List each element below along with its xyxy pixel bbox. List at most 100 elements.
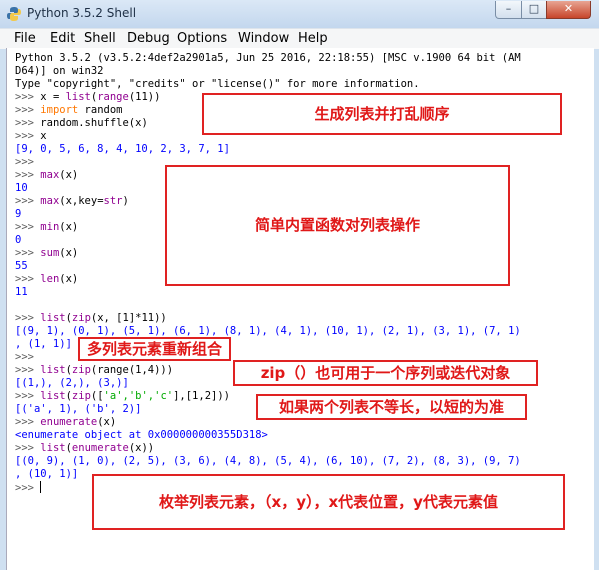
builtin: list <box>40 364 66 376</box>
code: (x)) <box>128 442 155 454</box>
builtin: enumerate <box>71 442 129 454</box>
output-line: [9, 0, 5, 6, 8, 4, 10, 2, 3, 7, 1] <box>15 143 230 155</box>
keyword: import <box>40 104 79 116</box>
code: x <box>40 130 47 142</box>
code: (x) <box>59 221 79 233</box>
prompt: >>> <box>15 221 41 233</box>
code: random.shuffle(x) <box>40 117 148 129</box>
builtin: range <box>97 91 129 103</box>
code: ) <box>122 195 129 207</box>
menu-help[interactable]: Help <box>298 31 328 46</box>
output-line: [(1,), (2,), (3,)] <box>15 377 129 389</box>
prompt: >>> <box>15 312 41 324</box>
code: (x) <box>59 169 79 181</box>
annotation-builtins: 简单内置函数对列表操作 <box>165 165 510 286</box>
input-line: >>> <box>15 156 40 169</box>
code: (x,key= <box>59 195 104 207</box>
maximize-button[interactable]: □ <box>521 1 547 19</box>
python-logo-icon <box>7 7 21 21</box>
output-line: , (1, 1)] <box>15 338 72 350</box>
builtin: min <box>40 221 60 233</box>
builtin: max <box>40 195 60 207</box>
annotation-shuffle: 生成列表并打乱顺序 <box>202 93 562 135</box>
code: (x) <box>59 247 79 259</box>
minimize-button[interactable]: – <box>495 1 522 19</box>
annotation-zip-single: zip（）也可用于一个序列或迭代对象 <box>233 360 538 386</box>
output-line: 11 <box>15 286 28 298</box>
menu-bar: File Edit Shell Debug Options Window Hel… <box>0 28 599 49</box>
code: (x) <box>97 416 117 428</box>
input-line: >>> max(x,key=str) <box>15 195 129 208</box>
output-line: [('a', 1), ('b', 2)] <box>15 403 142 415</box>
prompt: >>> <box>15 156 41 168</box>
menu-edit[interactable]: Edit <box>50 31 75 46</box>
code: x = <box>40 91 66 103</box>
input-line: >>> len(x) <box>15 273 78 286</box>
builtin: str <box>103 195 123 207</box>
input-line: >>> random.shuffle(x) <box>15 117 148 130</box>
prompt: >>> <box>15 390 41 402</box>
code: ([ <box>90 390 104 402</box>
prompt: >>> <box>15 482 41 494</box>
builtin: list <box>40 390 66 402</box>
input-line: >>> import random <box>15 104 123 117</box>
output-line: , (10, 1)] <box>15 468 79 480</box>
menu-options[interactable]: Options <box>177 31 227 46</box>
prompt: >>> <box>15 169 41 181</box>
prompt: >>> <box>15 273 41 285</box>
menu-shell[interactable]: Shell <box>84 31 116 46</box>
code: random <box>78 104 123 116</box>
input-line: >>> x = list(range(11)) <box>15 91 160 104</box>
prompt: >>> <box>15 364 41 376</box>
prompt: >>> <box>15 442 41 454</box>
menu-window[interactable]: Window <box>238 31 289 46</box>
output-line: 0 <box>15 234 22 246</box>
builtin: enumerate <box>40 416 98 428</box>
builtin: zip <box>71 390 91 402</box>
annotation-zip-multi: 多列表元素重新组合 <box>78 337 231 361</box>
builtin: sum <box>40 247 60 259</box>
annotation-enumerate: 枚举列表元素，（x，y），x代表位置，y代表元素值 <box>92 474 565 530</box>
input-line[interactable]: >>> <box>15 481 42 495</box>
banner-line-2: D64)] on win32 <box>15 65 104 77</box>
prompt: >>> <box>15 130 41 142</box>
menu-debug[interactable]: Debug <box>127 31 170 46</box>
banner-line-1: Python 3.5.2 (v3.5.2:4def2a2901a5, Jun 2… <box>15 52 521 64</box>
prompt: >>> <box>15 104 41 116</box>
input-line: >>> list(enumerate(x)) <box>15 442 154 455</box>
input-line: >>> list(zip(['a','b','c'],[1,2])) <box>15 390 230 403</box>
output-line: 10 <box>15 182 28 194</box>
builtin: list <box>65 91 91 103</box>
prompt: >>> <box>15 91 41 103</box>
builtin: list <box>40 312 66 324</box>
builtin: zip <box>71 364 91 376</box>
input-line: >>> enumerate(x) <box>15 416 116 429</box>
idle-shell-window: Python 3.5.2 Shell – □ ✕ File Edit Shell… <box>0 0 599 570</box>
builtin: zip <box>71 312 91 324</box>
input-line: >>> sum(x) <box>15 247 78 260</box>
prompt: >>> <box>15 351 41 363</box>
menu-file[interactable]: File <box>14 31 36 46</box>
prompt: >>> <box>15 247 41 259</box>
input-line: >>> x <box>15 130 47 143</box>
banner-line-3: Type "copyright", "credits" or "license(… <box>15 78 420 90</box>
input-line: >>> list(zip(x, [1]*11)) <box>15 312 167 325</box>
title-bar[interactable]: Python 3.5.2 Shell – □ ✕ <box>0 0 599 28</box>
code: (x, [1]*11)) <box>90 312 167 324</box>
builtin: len <box>40 273 60 285</box>
output-line: [(0, 9), (1, 0), (2, 5), (3, 6), (4, 8),… <box>15 455 521 467</box>
prompt: >>> <box>15 117 41 129</box>
code: (range(1,4))) <box>90 364 174 376</box>
annotation-zip-unequal: 如果两个列表不等长，以短的为准 <box>256 394 527 420</box>
input-line: >>> <box>15 351 40 364</box>
output-line: 55 <box>15 260 28 272</box>
close-button[interactable]: ✕ <box>546 1 591 19</box>
builtin: max <box>40 169 60 181</box>
window-title: Python 3.5.2 Shell <box>27 6 137 20</box>
code: (11)) <box>128 91 161 103</box>
prompt: >>> <box>15 416 41 428</box>
builtin: list <box>40 442 66 454</box>
input-line: >>> list(zip(range(1,4))) <box>15 364 173 377</box>
output-line: 9 <box>15 208 22 220</box>
string: 'a','b','c' <box>103 390 174 402</box>
